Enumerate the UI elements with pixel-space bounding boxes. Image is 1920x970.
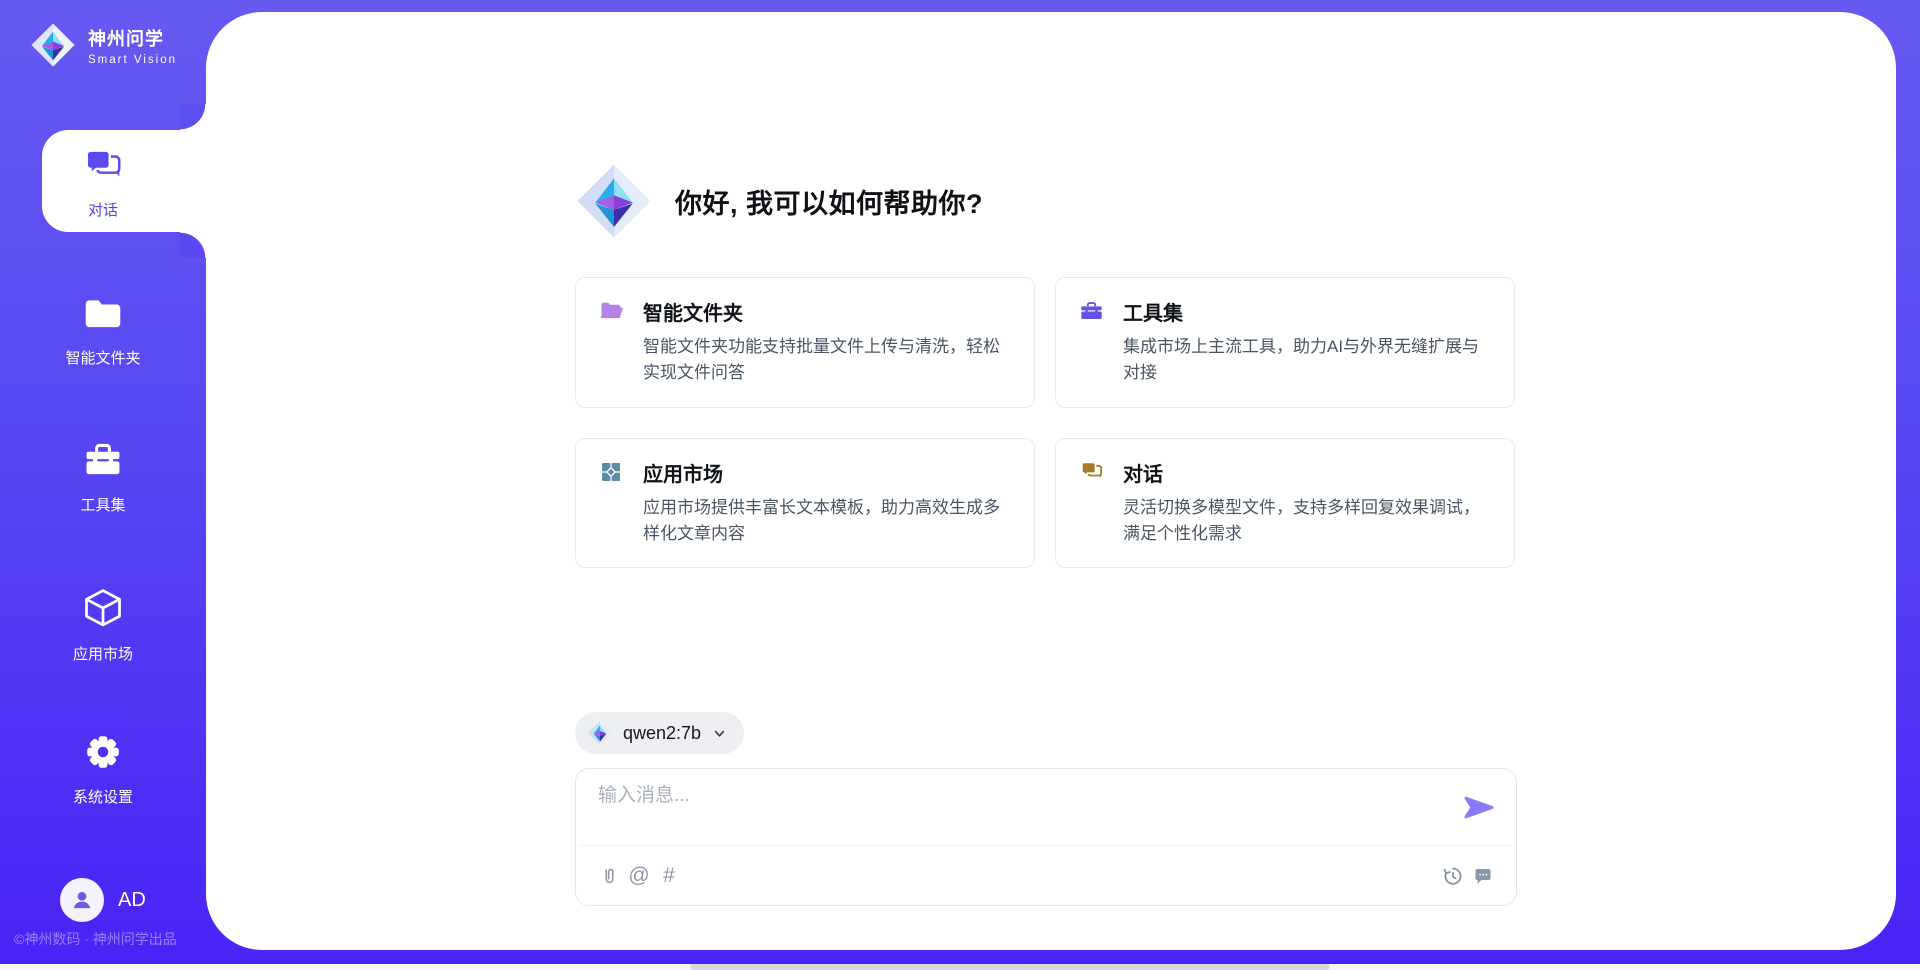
sidebar-item-settings[interactable]: 系统设置 — [0, 731, 206, 807]
brand: 神州问学 Smart Vision — [30, 22, 177, 68]
sidebar-item-app-market[interactable]: 应用市场 — [0, 586, 206, 664]
shortcut-cards: 智能文件夹 智能文件夹功能支持批量文件上传与清洗，轻松实现文件问答 工具集 集成… — [575, 277, 1515, 568]
card-description: 集成市场上主流工具，助力AI与外界无缝扩展与对接 — [1123, 334, 1490, 387]
feedback-icon[interactable] — [1468, 861, 1498, 891]
card-toolbox[interactable]: 工具集 集成市场上主流工具，助力AI与外界无缝扩展与对接 — [1055, 277, 1515, 408]
copyright-footer: ©神州数码 · 神州问学出品 — [14, 929, 177, 949]
greeting: 你好, 我可以如何帮助你? — [575, 162, 983, 240]
card-title: 工具集 — [1123, 297, 1490, 326]
horizontal-scrollbar[interactable] — [0, 964, 1920, 970]
chat-icon — [1079, 458, 1104, 548]
composer-toolbar: @ # — [594, 846, 1498, 905]
card-smart-folder[interactable]: 智能文件夹 智能文件夹功能支持批量文件上传与清洗，轻松实现文件问答 — [575, 277, 1035, 408]
avatar — [60, 878, 104, 922]
scrollbar-thumb[interactable] — [690, 964, 1330, 970]
send-icon — [1464, 795, 1494, 820]
user-name: AD — [118, 889, 146, 912]
folder-icon — [81, 294, 125, 334]
open-folder-icon — [599, 297, 624, 387]
card-description: 灵活切换多模型文件，支持多样回复效果调试，满足个性化需求 — [1123, 495, 1490, 548]
card-description: 智能文件夹功能支持批量文件上传与清洗，轻松实现文件问答 — [643, 334, 1010, 387]
card-title: 智能文件夹 — [643, 297, 1010, 326]
toolbox-icon — [81, 439, 125, 481]
sidebar-item-label: 工具集 — [0, 494, 206, 515]
app-grid-icon — [599, 458, 624, 548]
card-app-market[interactable]: 应用市场 应用市场提供丰富长文本模板，助力高效生成多样化文章内容 — [575, 438, 1035, 569]
brand-subtitle: Smart Vision — [88, 54, 177, 66]
user-avatar-icon — [69, 887, 95, 913]
attachment-icon[interactable] — [594, 861, 624, 891]
sidebar-item-label: 应用市场 — [0, 643, 206, 664]
sidebar-item-chat[interactable]: 对话 — [0, 146, 206, 220]
greeting-title: 你好, 我可以如何帮助你? — [675, 182, 983, 221]
greeting-logo-icon — [575, 162, 653, 240]
card-chat[interactable]: 对话 灵活切换多模型文件，支持多样回复效果调试，满足个性化需求 — [1055, 438, 1515, 569]
card-title: 对话 — [1123, 458, 1490, 487]
model-selector[interactable]: qwen2:7b — [575, 712, 744, 754]
history-icon[interactable] — [1438, 861, 1468, 891]
hash-icon[interactable]: # — [654, 861, 684, 891]
model-name: qwen2:7b — [623, 723, 701, 744]
user-account[interactable]: AD — [60, 878, 146, 922]
message-composer: @ # — [575, 768, 1517, 906]
chevron-down-icon — [711, 725, 728, 742]
sidebar-item-label: 智能文件夹 — [0, 347, 206, 368]
sidebar: 神州问学 Smart Vision 对话 智能文件夹 工具集 — [0, 0, 206, 970]
card-description: 应用市场提供丰富长文本模板，助力高效生成多样化文章内容 — [643, 495, 1010, 548]
message-input[interactable] — [598, 785, 1398, 807]
sidebar-item-label: 对话 — [0, 199, 206, 220]
sidebar-item-smart-folder[interactable]: 智能文件夹 — [0, 294, 206, 368]
send-button[interactable] — [1464, 795, 1494, 825]
main-content: 你好, 我可以如何帮助你? 智能文件夹 智能文件夹功能支持批量文件上传与清洗，轻… — [206, 12, 1896, 950]
gear-icon — [82, 731, 124, 773]
mention-icon[interactable]: @ — [624, 861, 654, 891]
brand-name: 神州问学 — [88, 25, 177, 51]
toolbox-icon — [1079, 297, 1104, 387]
sidebar-item-toolbox[interactable]: 工具集 — [0, 439, 206, 515]
brand-logo-icon — [30, 22, 76, 68]
cube-icon — [81, 586, 125, 630]
model-logo-icon — [587, 720, 613, 746]
chat-icon — [82, 146, 124, 186]
sidebar-item-label: 系统设置 — [0, 786, 206, 807]
card-title: 应用市场 — [643, 458, 1010, 487]
